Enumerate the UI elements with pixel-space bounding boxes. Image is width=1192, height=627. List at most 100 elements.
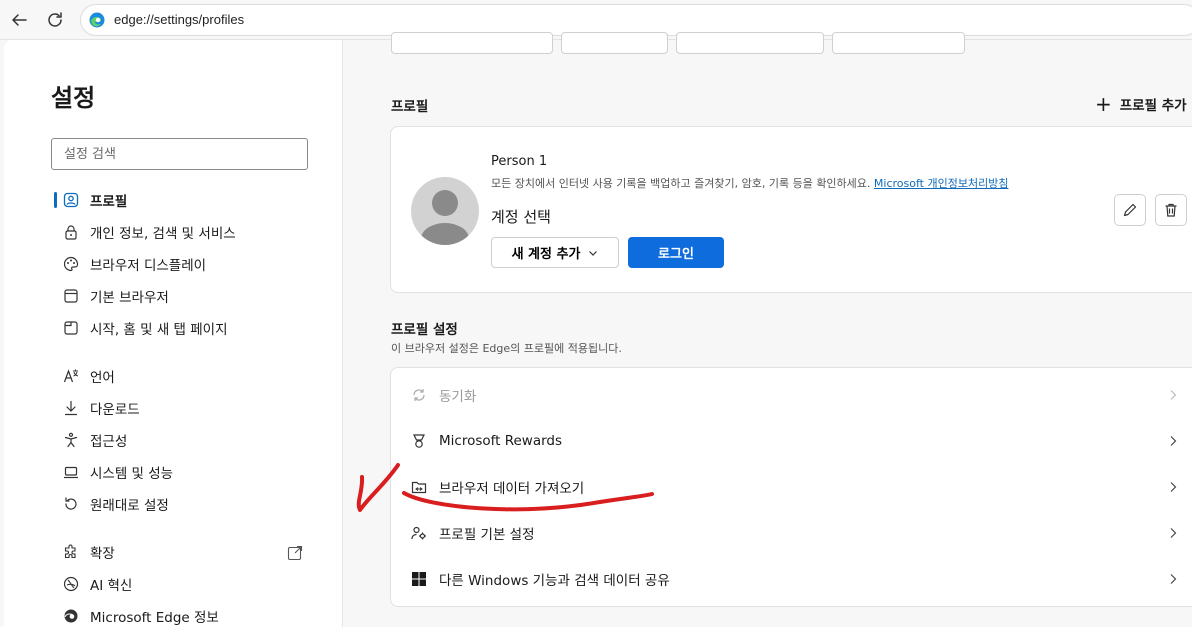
sidebar-item-label: 시스템 및 성능 [90, 466, 174, 482]
sidebar-item-label: 기본 브라우저 [90, 290, 169, 306]
download-icon [62, 399, 80, 417]
profile-settings-icon [410, 524, 428, 542]
add-account-label: 새 계정 추가 [511, 247, 581, 262]
chevron-down-icon [589, 250, 598, 256]
row-profile-preferences[interactable]: 프로필 기본 설정 [391, 510, 1192, 556]
sidebar-item-ai[interactable]: AI 혁신 [62, 572, 132, 596]
profile-description-text: 모든 장치에서 인터넷 사용 기록을 백업하고 즐겨찾기, 암호, 기록 등을 … [491, 177, 871, 190]
sidebar-panel: 설정 프로필 개인 정보, 검색 및 서비스 브라우저 디스플레이 기본 브라우… [4, 40, 343, 627]
back-button[interactable] [7, 8, 31, 32]
sidebar-item-system[interactable]: 시스템 및 성능 [62, 460, 173, 484]
import-icon [410, 478, 428, 496]
plus-icon: + [1095, 92, 1112, 116]
add-profile-button[interactable]: + 프로필 추가 [1095, 94, 1187, 114]
row-label: 동기화 [439, 389, 477, 405]
browser-icon [62, 287, 80, 305]
sidebar-item-reset[interactable]: 원래대로 설정 [62, 492, 169, 516]
sync-icon [410, 386, 428, 404]
settings-main: 프로필 + 프로필 추가 Person 1 모든 장치에서 인터넷 사용 기록을… [344, 32, 1192, 627]
edit-profile-button[interactable] [1114, 194, 1146, 226]
sidebar-item-label: 프로필 [90, 194, 128, 210]
sidebar-item-label: Microsoft Edge 정보 [90, 610, 219, 626]
home-tab-icon [62, 319, 80, 337]
avatar [411, 177, 479, 245]
ai-icon [62, 575, 80, 593]
row-label: 브라우저 데이터 가져오기 [439, 481, 585, 497]
pencil-icon [1123, 203, 1137, 217]
chevron-right-icon [1170, 436, 1177, 446]
add-account-dropdown[interactable]: 새 계정 추가 [491, 237, 619, 268]
delete-profile-button[interactable] [1155, 194, 1187, 226]
lock-icon [62, 223, 80, 241]
url-text: edge://settings/profiles [114, 12, 245, 27]
language-icon [62, 367, 80, 385]
sidebar-item-label: 브라우저 디스플레이 [90, 258, 207, 274]
add-profile-label: 프로필 추가 [1119, 98, 1187, 114]
sidebar-item-about[interactable]: Microsoft Edge 정보 [62, 604, 219, 627]
row-label: 다른 Windows 기능과 검색 데이터 공유 [439, 573, 670, 589]
partial-button-1[interactable] [391, 32, 553, 54]
profile-settings-title: 프로필 설정 [391, 322, 458, 338]
row-share-windows-data[interactable]: 다른 Windows 기능과 검색 데이터 공유 [391, 556, 1192, 602]
row-label: Microsoft Rewards [439, 433, 563, 449]
row-sync[interactable]: 동기화 [391, 372, 1192, 418]
sidebar-item-start-home[interactable]: 시작, 홈 및 새 탭 페이지 [62, 316, 228, 340]
row-import-browser-data[interactable]: 브라우저 데이터 가져오기 [391, 464, 1192, 510]
sidebar-item-extensions[interactable]: 확장 [62, 540, 115, 564]
profile-card: Person 1 모든 장치에서 인터넷 사용 기록을 백업하고 즐겨찾기, 암… [390, 126, 1192, 293]
rewards-icon [410, 432, 428, 450]
privacy-policy-link[interactable]: Microsoft 개인정보처리방침 [874, 177, 1009, 190]
profile-settings-subtitle: 이 브라우저 설정은 Edge의 프로필에 적용됩니다. [391, 342, 622, 355]
sidebar-item-accessibility[interactable]: 접근성 [62, 428, 127, 452]
chevron-right-icon [1170, 482, 1177, 492]
sidebar-item-label: 개인 정보, 검색 및 서비스 [90, 226, 236, 242]
edge-logo-icon [89, 12, 105, 28]
chevron-right-icon [1170, 528, 1177, 538]
profile-icon [62, 191, 80, 209]
profile-description: 모든 장치에서 인터넷 사용 기록을 백업하고 즐겨찾기, 암호, 기록 등을 … [491, 175, 1008, 191]
profile-section-title: 프로필 [391, 99, 429, 115]
sidebar-item-language[interactable]: 언어 [62, 364, 115, 388]
settings-sidebar: 설정 프로필 개인 정보, 검색 및 서비스 브라우저 디스플레이 기본 브라우… [0, 40, 344, 627]
sidebar-item-label: AI 혁신 [90, 578, 133, 594]
reset-icon [62, 495, 80, 513]
row-label: 프로필 기본 설정 [439, 527, 535, 543]
account-select-label: 계정 선택 [491, 208, 551, 226]
trash-icon [1165, 203, 1177, 217]
partial-button-3[interactable] [676, 32, 824, 54]
row-microsoft-rewards[interactable]: Microsoft Rewards [391, 418, 1192, 464]
sidebar-item-display[interactable]: 브라우저 디스플레이 [62, 252, 206, 276]
active-indicator [54, 192, 57, 208]
profile-settings-card: 동기화 Microsoft Rewards 브라우저 데이터 가져오기 프로필 … [390, 367, 1192, 607]
chevron-right-icon [1170, 390, 1177, 400]
sidebar-item-downloads[interactable]: 다운로드 [62, 396, 140, 420]
edge-icon [62, 607, 80, 625]
sidebar-item-label: 원래대로 설정 [90, 498, 169, 514]
settings-search-box[interactable] [51, 138, 308, 170]
windows-icon [410, 570, 428, 588]
puzzle-icon [62, 543, 80, 561]
person-name: Person 1 [491, 154, 548, 169]
chevron-right-icon [1170, 574, 1177, 584]
settings-title: 설정 [51, 84, 96, 112]
login-button[interactable]: 로그인 [628, 237, 724, 268]
sidebar-item-label: 확장 [90, 546, 115, 562]
sidebar-item-label: 접근성 [90, 434, 128, 450]
refresh-icon [48, 12, 62, 27]
sidebar-item-label: 다운로드 [90, 402, 140, 418]
settings-search-input[interactable] [52, 139, 307, 169]
sidebar-item-profile[interactable]: 프로필 [62, 188, 127, 212]
external-link-icon[interactable] [287, 545, 303, 561]
sidebar-item-privacy[interactable]: 개인 정보, 검색 및 서비스 [62, 220, 236, 244]
sidebar-item-default-browser[interactable]: 기본 브라우저 [62, 284, 169, 308]
back-arrow-icon [12, 14, 27, 26]
sidebar-item-label: 언어 [90, 370, 115, 386]
partial-button-2[interactable] [561, 32, 668, 54]
palette-icon [62, 255, 80, 273]
laptop-icon [62, 463, 80, 481]
refresh-button[interactable] [43, 8, 67, 32]
sidebar-item-label: 시작, 홈 및 새 탭 페이지 [90, 322, 228, 338]
partial-button-4[interactable] [832, 32, 965, 54]
accessibility-icon [62, 431, 80, 449]
person-silhouette-icon [421, 190, 469, 245]
